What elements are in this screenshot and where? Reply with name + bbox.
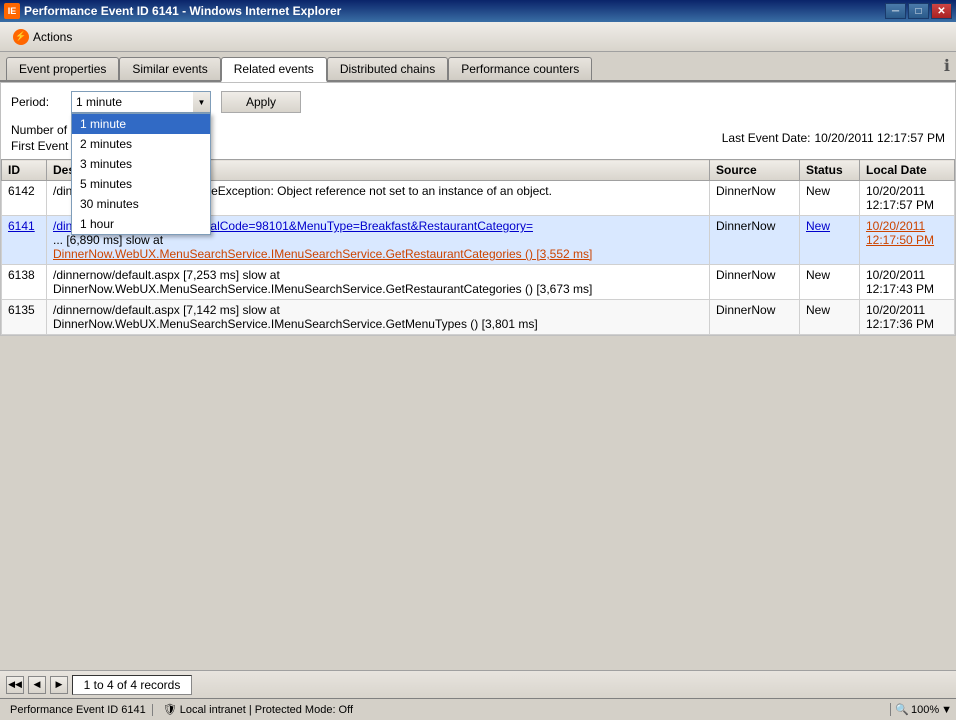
row-desc-line1: /dinnernow/default.aspx [7,253 ms] slow …: [53, 268, 703, 282]
option-1-hour[interactable]: 1 hour: [72, 214, 210, 234]
option-5-minutes[interactable]: 5 minutes: [72, 174, 210, 194]
row-status: New: [800, 265, 860, 300]
col-source: Source: [710, 160, 800, 181]
row-desc-line3[interactable]: DinnerNow.WebUX.MenuSearchService.IMenuS…: [53, 247, 703, 261]
actions-label: Actions: [33, 30, 72, 44]
tab-distributed-chains[interactable]: Distributed chains: [327, 57, 448, 80]
row-desc-line2: ... [6,890 ms] slow at: [53, 233, 703, 247]
row-local-date: 10/20/2011 12:17:50 PM: [860, 216, 955, 265]
zoom-dropdown-arrow[interactable]: ▼: [941, 704, 952, 716]
security-status: 🛡 Local intranet | Protected Mode: Off: [157, 703, 892, 716]
main-area: Event properties Similar events Related …: [0, 52, 956, 670]
row-description: /dinnernow/default.aspx [7,142 ms] slow …: [47, 300, 710, 335]
option-30-minutes[interactable]: 30 minutes: [72, 194, 210, 214]
col-local-date: Local Date: [860, 160, 955, 181]
actions-button[interactable]: ⚡ Actions: [6, 26, 79, 48]
row-description: /dinnernow/default.aspx [7,253 ms] slow …: [47, 265, 710, 300]
col-id: ID: [2, 160, 47, 181]
option-3-minutes[interactable]: 3 minutes: [72, 154, 210, 174]
prev-page-button[interactable]: ◀: [28, 676, 46, 694]
zoom-icon: 🔍: [895, 703, 909, 716]
apply-button[interactable]: Apply: [221, 91, 301, 113]
title-bar: IE Performance Event ID 6141 - Windows I…: [0, 0, 956, 22]
option-1-minute[interactable]: 1 minute: [72, 114, 210, 134]
row-date2[interactable]: 12:17:50 PM: [866, 233, 948, 247]
last-event-value: 10/20/2011 12:17:57 PM: [814, 131, 945, 145]
row-desc-line2: DinnerNow.WebUX.MenuSearchService.IMenuS…: [53, 282, 703, 296]
tab-related-events[interactable]: Related events: [221, 57, 327, 82]
window-title: Performance Event ID 6141 - Windows Inte…: [24, 4, 885, 18]
row-source: DinnerNow: [710, 265, 800, 300]
row-source: DinnerNow: [710, 216, 800, 265]
first-page-button[interactable]: ◀◀: [6, 676, 24, 694]
period-row: Period: ▼ 1 minute 2 minutes 3 minutes 5…: [1, 83, 955, 121]
row-desc-line1: /dinnernow/default.aspx [7,142 ms] slow …: [53, 303, 703, 317]
period-input[interactable]: [71, 91, 211, 113]
row-date1[interactable]: 10/20/2011: [866, 219, 948, 233]
row-status: New: [800, 300, 860, 335]
tab-bar: Event properties Similar events Related …: [0, 52, 956, 82]
col-status: Status: [800, 160, 860, 181]
row-id: 6141: [2, 216, 47, 265]
last-event-label: Last Event Date:: [722, 131, 811, 145]
content-panel: Period: ▼ 1 minute 2 minutes 3 minutes 5…: [0, 82, 956, 336]
period-select-wrapper: ▼ 1 minute 2 minutes 3 minutes 5 minutes…: [71, 91, 211, 113]
shield-icon: 🛡: [163, 704, 177, 716]
table-row: 6138 /dinnernow/default.aspx [7,253 ms] …: [2, 265, 955, 300]
tab-similar-events[interactable]: Similar events: [119, 57, 220, 80]
help-icon[interactable]: ℹ: [944, 56, 950, 80]
row-source: DinnerNow: [710, 300, 800, 335]
tab-performance-counters[interactable]: Performance counters: [448, 57, 592, 80]
status-text: Performance Event ID 6141: [4, 704, 153, 716]
period-label: Period:: [11, 95, 61, 109]
toolbar: ⚡ Actions: [0, 22, 956, 52]
row-status: New: [800, 181, 860, 216]
next-page-button[interactable]: ▶: [50, 676, 68, 694]
table-row: 6135 /dinnernow/default.aspx [7,142 ms] …: [2, 300, 955, 335]
row-id: 6142: [2, 181, 47, 216]
row-local-date: 10/20/2011 12:17:36 PM: [860, 300, 955, 335]
maximize-button[interactable]: □: [908, 3, 929, 19]
row-source: DinnerNow: [710, 181, 800, 216]
actions-icon: ⚡: [13, 29, 29, 45]
last-event-area: Last Event Date: 10/20/2011 12:17:57 PM: [722, 123, 945, 153]
row-id: 6138: [2, 265, 47, 300]
period-dropdown: 1 minute 2 minutes 3 minutes 5 minutes 3…: [71, 113, 211, 235]
pagination-bar: ◀◀ ◀ ▶ 1 to 4 of 4 records: [0, 670, 956, 698]
option-2-minutes[interactable]: 2 minutes: [72, 134, 210, 154]
row-status[interactable]: New: [800, 216, 860, 265]
window-controls: ─ □ ✕: [885, 3, 952, 19]
row-local-date: 10/20/2011 12:17:57 PM: [860, 181, 955, 216]
close-button[interactable]: ✕: [931, 3, 952, 19]
row-id: 6135: [2, 300, 47, 335]
zoom-level: 100%: [911, 704, 939, 716]
row-local-date: 10/20/2011 12:17:43 PM: [860, 265, 955, 300]
row-desc-line2: DinnerNow.WebUX.MenuSearchService.IMenuS…: [53, 317, 703, 331]
minimize-button[interactable]: ─: [885, 3, 906, 19]
zoom-control: 🔍 100% ▼: [895, 703, 952, 716]
status-bar: Performance Event ID 6141 🛡 Local intran…: [0, 698, 956, 720]
app-icon: IE: [4, 3, 20, 19]
tab-event-properties[interactable]: Event properties: [6, 57, 119, 80]
page-info: 1 to 4 of 4 records: [72, 675, 192, 695]
